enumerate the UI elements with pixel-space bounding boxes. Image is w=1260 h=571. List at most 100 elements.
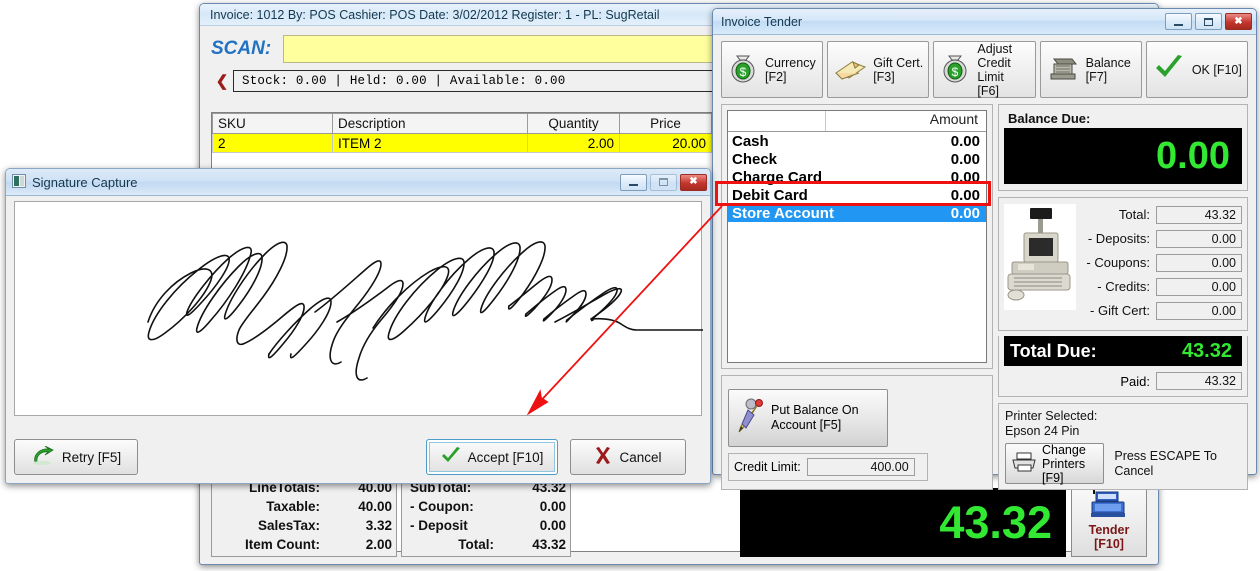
cancel-button-label: Cancel — [619, 449, 662, 465]
tender-title-text: Invoice Tender — [721, 14, 803, 29]
paid-row: Paid: 43.32 — [1004, 372, 1242, 390]
register-photo — [1004, 204, 1076, 310]
summary-coupons-value: 0.00 — [1156, 253, 1242, 272]
minimize-button[interactable] — [620, 173, 647, 191]
close-icon[interactable]: ✖ — [680, 173, 707, 191]
pencil-icon — [735, 397, 765, 439]
total-itemcount-label: Item Count: — [245, 537, 320, 552]
app-icon — [12, 173, 26, 191]
total-salestax: SalesTax: 3.32 — [216, 516, 392, 535]
total-total: Total: 43.32 — [406, 535, 566, 554]
tender-amount-check: 0.00 — [950, 150, 980, 168]
tender-right-column: Balance Due: 0.00 Total: 43.32 - Deposit… — [998, 104, 1248, 490]
tender-client: $ Currency [F2] Gift Cert. [F3] $ Adjust… — [716, 36, 1253, 490]
tender-name-check: Check — [732, 150, 778, 168]
column-header-price[interactable]: Price — [619, 113, 712, 134]
printer-icon — [1011, 451, 1037, 476]
tender-left-column: Amount Cash 0.00 Check 0.00 Charge Card … — [721, 104, 993, 490]
maximize-button[interactable] — [650, 173, 677, 191]
signature-titlebar[interactable]: Signature Capture ✖ — [6, 169, 710, 196]
escape-hint: Press ESCAPE To Cancel — [1114, 448, 1217, 478]
total-taxable-label: Taxable: — [266, 499, 320, 514]
list-item[interactable]: Check 0.00 — [728, 150, 986, 168]
list-item[interactable]: Cash 0.00 — [728, 132, 986, 150]
summary-total-value: 43.32 — [1156, 205, 1242, 224]
tender-name-charge-card: Charge Card — [732, 168, 823, 186]
summary-coupons: - Coupons: 0.00 — [1082, 252, 1242, 273]
change-printers-label: Change Printers [F9] — [1042, 442, 1086, 485]
total-taxable-value: 40.00 — [358, 499, 392, 514]
retry-arrow-icon — [31, 445, 55, 469]
collapse-chevron-icon[interactable]: ❮ — [211, 72, 233, 90]
summary-total-label: Total: — [1118, 207, 1150, 222]
tender-button-label: Tender [F10] — [1088, 523, 1130, 551]
invoice-total-display: 43.32 — [740, 488, 1066, 557]
summary-gift-cert: - Gift Cert: 0.00 — [1082, 300, 1242, 321]
tender-amount-cash: 0.00 — [950, 132, 980, 150]
toolbar-currency-button[interactable]: $ Currency [F2] — [721, 41, 824, 98]
green-check-icon — [441, 446, 461, 468]
put-balance-on-account-button[interactable]: Put Balance On Account [F5] — [728, 389, 888, 447]
summary-panel: Total: 43.32 - Deposits: 0.00 - Coupons:… — [998, 197, 1248, 331]
cell-sku: 2 — [212, 133, 333, 153]
accept-button[interactable]: Accept [F10] — [426, 439, 558, 475]
summary-credits: - Credits: 0.00 — [1082, 276, 1242, 297]
printer-panel: Printer Selected: Epson 24 Pin Change Pr… — [998, 403, 1248, 490]
toolbar-ok-button[interactable]: OK [F10] — [1145, 41, 1249, 98]
total-deposit: - Deposit 0.00 — [406, 516, 566, 535]
toolbar-adjust-credit-limit-button[interactable]: $ Adjust Credit Limit [F6] — [933, 41, 1036, 98]
toolbar-gift-cert-label: Gift Cert. [F3] — [873, 55, 924, 84]
tender-titlebar[interactable]: Invoice Tender ✖ — [713, 9, 1256, 35]
list-item[interactable]: Debit Card 0.00 — [728, 186, 986, 204]
tender-columns: Amount Cash 0.00 Check 0.00 Charge Card … — [716, 98, 1253, 495]
money-bag-icon: $ — [727, 51, 759, 88]
svg-text:$: $ — [952, 65, 959, 79]
retry-button[interactable]: Retry [F5] — [14, 439, 138, 475]
printer-selected-label: Printer Selected: — [1005, 409, 1098, 423]
paid-label: Paid: — [1120, 373, 1150, 389]
column-header-quantity[interactable]: Quantity — [527, 113, 620, 134]
signature-canvas[interactable] — [14, 201, 762, 416]
total-itemcount: Item Count: 2.00 — [216, 535, 392, 554]
summary-deposits-value: 0.00 — [1156, 229, 1242, 248]
tender-name-store-account: Store Account — [732, 204, 834, 222]
credit-limit-value[interactable]: 400.00 — [806, 458, 915, 476]
minimize-button[interactable] — [1165, 13, 1192, 30]
total-salestax-value: 3.32 — [365, 518, 392, 533]
toolbar-gift-cert-button[interactable]: Gift Cert. [F3] — [827, 41, 930, 98]
signature-button-bar: Retry [F5] Accept [F10] Cancel — [14, 439, 702, 475]
total-total-value: 43.32 — [532, 537, 566, 552]
signature-capture-window: Signature Capture ✖ Retry [F5] Accept [F… — [5, 168, 762, 484]
list-item[interactable]: Charge Card 0.00 — [728, 168, 986, 186]
tender-name-debit-card: Debit Card — [732, 186, 808, 204]
total-taxable: Taxable: 40.00 — [216, 497, 392, 516]
credit-limit-row: Credit Limit: 400.00 — [728, 453, 928, 481]
cell-quantity: 2.00 — [527, 133, 620, 153]
column-header-sku[interactable]: SKU — [212, 113, 333, 134]
totals-right-panel: SubTotal: 43.32 - Coupon: 0.00 - Deposit… — [401, 475, 571, 557]
accept-button-label: Accept [F10] — [467, 449, 544, 465]
maximize-button[interactable] — [1195, 13, 1222, 30]
total-due-label: Total Due: — [1010, 340, 1097, 361]
cell-price: 20.00 — [619, 133, 712, 153]
cancel-button[interactable]: Cancel — [570, 439, 686, 475]
tender-list-header-amount: Amount — [929, 111, 978, 127]
green-check-icon — [1152, 53, 1186, 86]
total-deposit-value: 0.00 — [539, 518, 566, 533]
total-salestax-label: SalesTax: — [257, 518, 320, 533]
total-itemcount-value: 2.00 — [365, 537, 392, 552]
total-coupon-value: 0.00 — [539, 499, 566, 514]
totals-area: LineTotals: 40.00 Taxable: 40.00 SalesTa… — [211, 475, 571, 557]
list-item-store-account[interactable]: Store Account 0.00 — [728, 204, 986, 222]
change-printers-button[interactable]: Change Printers [F9] — [1005, 442, 1105, 485]
summary-total: Total: 43.32 — [1082, 204, 1242, 225]
total-due-display: Total Due: 43.32 — [1004, 336, 1242, 366]
cash-register-icon — [1046, 53, 1080, 86]
close-icon[interactable]: ✖ — [1225, 13, 1252, 30]
column-header-description[interactable]: Description — [332, 113, 528, 134]
tender-list[interactable]: Amount Cash 0.00 Check 0.00 Charge Card … — [727, 110, 987, 363]
printer-row: Change Printers [F9] Press ESCAPE To Can… — [1005, 442, 1241, 485]
toolbar-balance-button[interactable]: Balance [F7] — [1039, 41, 1142, 98]
total-coupon: - Coupon: 0.00 — [406, 497, 566, 516]
red-x-icon — [594, 446, 612, 468]
